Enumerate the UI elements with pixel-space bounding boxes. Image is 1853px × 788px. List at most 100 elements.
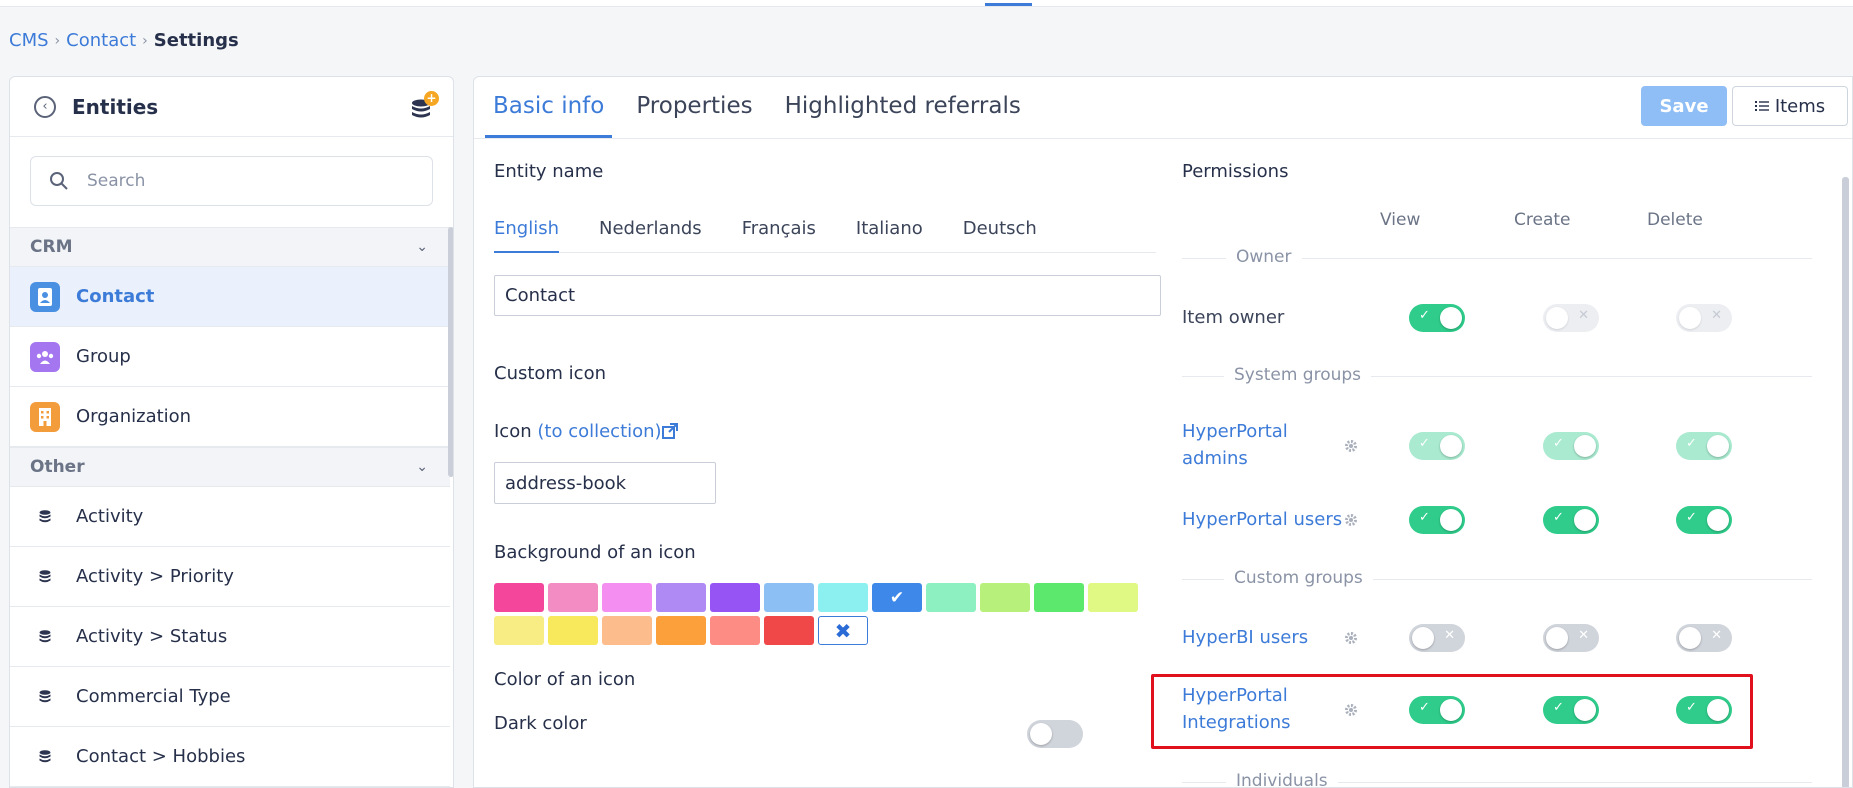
breadcrumb-contact-link[interactable]: Contact [66,30,136,51]
entity-name-input[interactable]: Contact [494,275,1161,316]
perm-name-line: admins [1182,448,1248,469]
active-nav-indicator [985,3,1032,6]
color-swatch[interactable] [710,583,760,612]
color-swatch[interactable] [764,616,814,645]
section-custom-groups: Custom groups [1224,568,1373,588]
column-delete: Delete [1647,210,1703,230]
main-scrollbar[interactable] [1840,167,1850,787]
color-swatch[interactable] [602,616,652,645]
color-swatch[interactable] [548,583,598,612]
lang-tab-nederlands[interactable]: Nederlands [599,210,702,253]
sidebar-search[interactable] [30,156,433,206]
color-swatch[interactable] [980,583,1030,612]
sidebar-item-commercial-type[interactable]: Commercial Type [10,667,450,727]
perm-hyperportal-users[interactable]: HyperPortal users [1182,506,1342,533]
group-header-other[interactable]: Other ⌄ [10,447,450,487]
item-owner-create-toggle[interactable]: ✕ [1543,304,1599,332]
color-swatch[interactable] [1088,583,1138,612]
sidebar-item-contact-hobbies[interactable]: Contact > Hobbies [10,727,450,787]
dark-color-toggle[interactable] [1027,720,1083,748]
hyperbi-users-view-toggle[interactable]: ✕ [1409,624,1465,652]
entities-sidebar: ‹ Entities + CRM ⌄ Contact [9,76,454,788]
database-icon [30,569,60,584]
database-icon [30,509,60,524]
perm-hyperportal-admins[interactable]: HyperPortal admins [1182,418,1288,472]
column-view: View [1380,210,1421,230]
section-individuals: Individuals [1226,771,1338,787]
sidebar-item-label: Group [76,346,131,367]
background-icon-label: Background of an icon [494,542,696,563]
color-swatch[interactable] [818,583,868,612]
sidebar-item-label: Commercial Type [76,686,231,707]
hp-users-delete-toggle[interactable]: ✓ [1676,506,1732,534]
chevron-down-icon: ⌄ [416,239,428,255]
color-swatch[interactable] [656,583,706,612]
color-swatch-selected[interactable]: ✔ [872,583,922,612]
color-swatch[interactable] [926,583,976,612]
lang-tab-english[interactable]: English [494,210,559,253]
sidebar-scrollbar[interactable] [448,227,453,477]
sidebar-header: ‹ Entities + [10,77,453,137]
color-swatch[interactable] [602,583,652,612]
gear-icon[interactable] [1344,439,1358,453]
breadcrumb-cms-link[interactable]: CMS [9,30,49,51]
tab-properties[interactable]: Properties [628,93,760,138]
sidebar-item-activity-status[interactable]: Activity > Status [10,607,450,667]
color-swatch[interactable] [494,583,544,612]
lang-tab-deutsch[interactable]: Deutsch [963,210,1037,253]
no-color-swatch[interactable]: ✖ [818,616,868,645]
sidebar-item-activity-priority[interactable]: Activity > Priority [10,547,450,607]
tab-basic-info[interactable]: Basic info [485,93,613,138]
database-icon [30,749,60,764]
permissions-title: Permissions [1182,161,1289,182]
color-swatch[interactable] [548,616,598,645]
color-swatch[interactable] [710,616,760,645]
icon-label: Icon [494,421,532,442]
breadcrumb-current: Settings [153,30,239,51]
users-icon [30,341,60,372]
sidebar-item-label: Activity [76,506,144,527]
save-button[interactable]: Save [1641,86,1727,126]
perm-name-line: HyperPortal [1182,421,1288,442]
sidebar-item-activity[interactable]: Activity [10,487,450,547]
top-nav-bar [0,0,1853,7]
icon-color-label: Color of an icon [494,669,636,690]
add-entity-icon[interactable]: + [409,91,439,121]
item-owner-delete-toggle[interactable]: ✕ [1676,304,1732,332]
settings-tabs: Basic info Properties Highlighted referr… [474,77,1852,139]
sidebar-item-group[interactable]: Group [10,327,450,387]
breadcrumb: CMS › Contact › Settings [9,30,239,51]
hyperbi-users-delete-toggle[interactable]: ✕ [1676,624,1732,652]
hp-admins-create-toggle: ✓ [1543,432,1599,460]
tab-highlighted-referrals[interactable]: Highlighted referrals [777,93,1029,138]
color-swatch[interactable] [656,616,706,645]
address-book-icon [30,281,60,312]
color-swatch[interactable] [764,583,814,612]
item-owner-view-toggle[interactable]: ✓ [1409,304,1465,332]
search-icon [50,172,68,190]
perm-item-owner: Item owner [1182,307,1285,328]
sidebar-item-contact[interactable]: Contact [10,267,450,327]
search-input[interactable] [87,171,407,191]
group-header-crm[interactable]: CRM ⌄ [10,227,450,267]
sidebar-item-label: Contact [76,286,155,307]
highlight-box [1151,674,1753,749]
gear-icon[interactable] [1344,513,1358,527]
sidebar-item-organization[interactable]: Organization [10,387,450,447]
section-owner: Owner [1226,247,1302,267]
color-swatch[interactable] [1034,583,1084,612]
items-button[interactable]: Items [1732,86,1848,126]
sidebar-item-label: Activity > Status [76,626,228,647]
icon-name-input[interactable]: address-book [494,462,716,504]
hyperbi-users-create-toggle[interactable]: ✕ [1543,624,1599,652]
lang-tab-francais[interactable]: Français [742,210,816,253]
perm-hyperbi-users[interactable]: HyperBI users [1182,624,1308,651]
color-swatch[interactable] [494,616,544,645]
back-icon[interactable]: ‹ [34,95,56,118]
hp-users-view-toggle[interactable]: ✓ [1409,506,1465,534]
gear-icon[interactable] [1344,631,1358,645]
hp-users-create-toggle[interactable]: ✓ [1543,506,1599,534]
icon-collection-link[interactable]: (to collection) [537,421,661,442]
lang-tab-italiano[interactable]: Italiano [856,210,923,253]
sidebar-item-label: Organization [76,406,192,427]
